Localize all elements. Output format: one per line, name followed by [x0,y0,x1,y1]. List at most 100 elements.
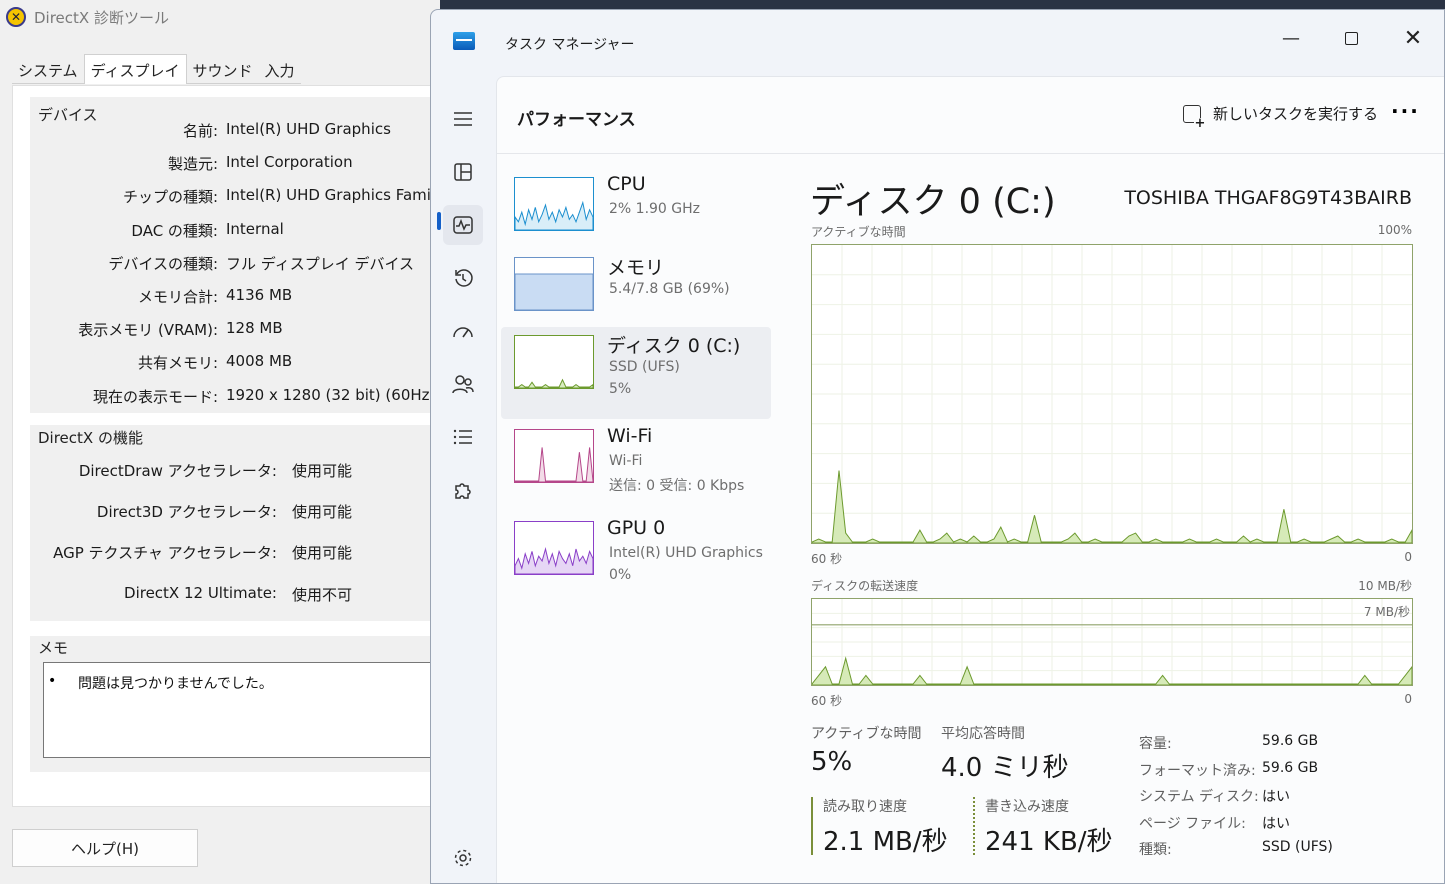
device-sparkline [514,200,594,231]
device-item[interactable]: CPU 2% 1.90 GHz [501,169,771,261]
device-row-key: メモリ合計: [137,288,218,306]
gear-icon [454,849,472,867]
tab-input[interactable]: 入力 [258,56,301,84]
sidebar-item-processes[interactable] [443,152,483,192]
feature-row-key: AGP テクスチャ アクセラレータ: [53,544,277,562]
sidebar-item-app-history[interactable] [443,258,483,298]
task-manager-title: タスク マネージャー [505,37,635,53]
feature-row: DirectDraw アクセラレータ: 使用可能 [40,460,352,481]
device-thumbnail [514,257,594,311]
task-manager-title-bar[interactable]: タスク マネージャー — ✕ [431,10,1444,76]
disk-info-key: 容量: [1139,736,1172,752]
device-row: メモリ合計: 4136 MB [40,286,292,307]
device-row: 現在の表示モード: 1920 x 1280 (32 bit) (60Hz) [40,386,435,407]
device-row-value: Intel(R) UHD Graphics Family [226,186,444,205]
task-manager-app-icon [453,32,475,50]
help-button[interactable]: ヘルプ(H) [12,829,198,867]
device-sparkline [514,378,594,389]
memo-box[interactable]: • 問題は見つかりませんでした。 [43,662,443,758]
device-row-value: 4136 MB [226,286,293,304]
transfer-max: 10 MB/秒 [1358,579,1412,593]
run-new-task-button[interactable]: 新しいタスクを実行する [1183,103,1379,130]
device-row-value: 128 MB [226,319,283,338]
more-options-button[interactable]: ··· [1391,99,1420,123]
device-sub2: 0% [609,567,632,583]
read-indicator [811,797,813,855]
selection-indicator [437,212,441,230]
stat-resp-value: 4.0 ミリ秒 [941,753,1069,783]
active-x-right: 0 [1404,550,1412,564]
disk-info-key: システム ディスク: [1139,789,1259,805]
more-icon: ··· [1391,99,1420,123]
write-indicator [973,797,975,855]
directx-title-bar[interactable]: ✕ DirectX 診断ツール [0,0,440,34]
device-item[interactable]: GPU 0 Intel(R) UHD Graphics 0% [501,513,771,605]
device-sub2: 5% [609,381,632,397]
feature-row-value: 使用可能 [292,462,353,480]
device-sparkline [514,447,594,483]
transfer-ref-label: 7 MB/秒 [1363,605,1410,619]
hamburger-icon [454,112,472,126]
device-row-value: Internal [226,219,284,238]
device-sub1: Wi-Fi [609,453,643,469]
page-title: パフォーマンス [517,110,636,130]
sidebar-item-users[interactable] [443,364,483,404]
close-button[interactable]: ✕ [1393,18,1433,58]
sidebar-item-details[interactable] [443,417,483,457]
memo-bullet: • [48,673,57,689]
feature-row: Direct3D アクセラレータ: 使用可能 [40,501,352,522]
device-row-key: 名前: [182,122,218,140]
disk-info-value: 59.6 GB [1262,759,1319,776]
transfer-label: ディスクの転送速度 [811,579,919,593]
tab-display[interactable]: ディスプレイ [83,54,187,84]
performance-icon [453,216,473,234]
maximize-button[interactable] [1331,18,1371,58]
device-item[interactable]: ディスク 0 (C:) SSD (UFS) 5% [501,327,771,419]
device-sub1: Intel(R) UHD Graphics [609,545,763,561]
sidebar-item-services[interactable] [443,470,483,510]
device-row-value: 4008 MB [226,352,293,371]
hamburger-menu-button[interactable] [443,99,483,139]
disk-info-value: 59.6 GB [1262,733,1319,749]
new-task-icon [1183,104,1206,130]
device-sparkline-area [514,378,594,389]
minimize-button[interactable]: — [1271,18,1311,58]
active-time-max: 100% [1377,223,1412,237]
device-row: 名前: Intel(R) UHD Graphics [40,120,391,141]
device-sparkline-area [514,200,594,231]
tab-system[interactable]: システム [12,56,84,84]
minimize-icon: — [1282,27,1300,49]
directx-tabs: システム ディスプレイ サウンド 入力 [12,54,301,86]
tab-sound[interactable]: サウンド [186,56,259,84]
device-item[interactable]: Wi-Fi Wi-Fi 送信: 0 受信: 0 Kbps [501,421,771,513]
device-row-key: デバイスの種類: [108,254,218,273]
memo-group-label: メモ [38,639,69,657]
close-icon: ✕ [1403,25,1423,51]
device-row-key: 製造元: [167,155,218,174]
device-row-key: 共有メモリ: [137,354,218,373]
services-puzzle-icon [455,483,471,499]
disk-info-value: SSD (UFS) [1262,839,1333,855]
feature-row-key: Direct3D アクセラレータ: [96,503,277,521]
feature-row-value: 使用可能 [292,503,353,521]
device-name: GPU 0 [607,517,666,539]
device-sparkline [514,547,594,575]
device-sub1: 2% 1.90 GHz [609,201,701,217]
sidebar-item-startup[interactable] [443,311,483,351]
run-new-task-label: 新しいタスクを実行する [1213,105,1379,123]
sidebar-item-settings[interactable] [443,838,483,878]
device-name: メモリ [607,257,665,279]
device-row-value: Intel(R) UHD Graphics [226,120,391,138]
stat-write-value: 241 KB/秒 [985,827,1113,857]
sidebar-item-performance[interactable] [443,205,483,245]
active-time-chart [811,245,1413,544]
device-row: DAC の種類: Internal [40,219,284,241]
memo-text: 問題は見つかりませんでした。 [78,676,273,692]
task-manager-window: タスク マネージャー — ✕ パフォーマンス + 新しいタスクを実行する ···… [430,9,1445,884]
directx-title: DirectX 診断ツール [34,8,169,27]
details-list-icon [453,429,472,445]
feature-row-value: 使用不可 [292,586,353,604]
stat-active-value: 5% [811,747,853,777]
disk-title: ディスク 0 (C:) [810,182,1056,222]
device-sub2: 送信: 0 受信: 0 Kbps [609,478,745,494]
